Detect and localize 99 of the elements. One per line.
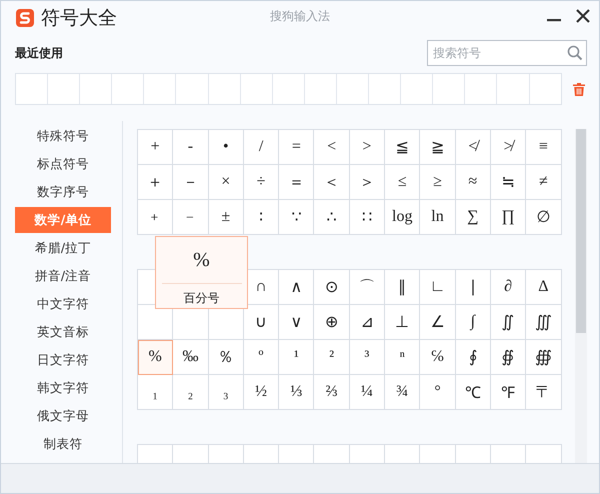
symbol-cell[interactable]: ∭ xyxy=(526,305,562,340)
symbol-cell[interactable]: ﹢ xyxy=(138,200,174,235)
symbol-cell[interactable]: ％ xyxy=(208,340,244,375)
symbol-cell[interactable]: ÷ xyxy=(244,165,280,200)
category-tab[interactable]: 数字序号 xyxy=(15,179,111,205)
category-tab[interactable]: 俄文字母 xyxy=(15,403,111,429)
symbol-cell[interactable]: ≈ xyxy=(456,165,491,200)
symbol-cell[interactable]: ∆ xyxy=(526,270,562,305)
category-tab[interactable]: 中文字符 xyxy=(15,291,111,317)
symbol-cell[interactable]: > xyxy=(350,130,386,165)
category-tab[interactable]: 韩文字符 xyxy=(15,375,111,401)
symbol-cell[interactable]: - xyxy=(173,130,209,165)
symbol-cell[interactable]: ∧ xyxy=(279,270,314,305)
symbol-cell[interactable]: ‰ xyxy=(173,340,209,375)
symbol-cell[interactable]: ∰ xyxy=(526,340,562,375)
symbol-cell[interactable]: ⅓ xyxy=(279,375,314,410)
symbol-cell[interactable]: ⊿ xyxy=(350,305,386,340)
close-icon[interactable] xyxy=(574,7,592,25)
symbol-cell[interactable]: ∟ xyxy=(420,270,456,305)
search-field[interactable]: 搜索符号 xyxy=(427,40,587,66)
symbol-cell[interactable]: • xyxy=(208,130,244,165)
symbol-cell[interactable]: ∴ xyxy=(314,200,350,235)
symbol-cell[interactable]: ≤ xyxy=(385,165,420,200)
category-tab[interactable]: 英文音标 xyxy=(15,319,111,345)
section-label: 最近使用 xyxy=(15,44,63,62)
symbol-cell[interactable]: ∶ xyxy=(244,200,280,235)
symbol-cell[interactable]: = xyxy=(279,130,314,165)
symbol-cell[interactable]: ＝ xyxy=(279,165,314,200)
symbol-cell[interactable]: ℃ xyxy=(456,375,491,410)
symbol-cell[interactable]: ∣ xyxy=(456,270,491,305)
symbol-cell[interactable]: ＜ xyxy=(314,165,350,200)
symbol-cell[interactable]: ⊙ xyxy=(314,270,350,305)
symbol-cell[interactable]: ≯ xyxy=(490,130,526,165)
symbol-cell[interactable]: ∨ xyxy=(279,305,314,340)
symbol-cell[interactable]: < xyxy=(314,130,350,165)
symbol-cell[interactable]: ﹣ xyxy=(173,200,209,235)
symbol-cell[interactable]: － xyxy=(173,165,209,200)
symbol-cell[interactable]: ⌒ xyxy=(350,270,386,305)
symbol-cell[interactable]: ＞ xyxy=(350,165,386,200)
search-icon[interactable] xyxy=(567,45,583,61)
symbol-cell[interactable]: ln xyxy=(420,200,456,235)
symbol-cell[interactable]: ∥ xyxy=(385,270,420,305)
symbol-cell[interactable]: ½ xyxy=(244,375,280,410)
symbol-cell[interactable]: ≡ xyxy=(526,130,562,165)
category-tab[interactable]: 特殊符号 xyxy=(15,123,111,149)
symbol-cell[interactable]: ⅔ xyxy=(314,375,350,410)
symbol-cell[interactable]: % xyxy=(138,340,174,375)
symbol-cell[interactable]: ∷ xyxy=(350,200,386,235)
symbol-cell[interactable]: ∯ xyxy=(490,340,526,375)
window-title: 符号大全 xyxy=(41,6,117,31)
category-tab[interactable]: 拼音/注音 xyxy=(15,263,111,289)
category-tab[interactable]: 制表符 xyxy=(15,431,111,457)
symbol-cell[interactable]: ± xyxy=(208,200,244,235)
symbol-cell[interactable]: ＋ xyxy=(138,165,174,200)
symbol-cell[interactable]: ∫ xyxy=(456,305,491,340)
symbol-cell[interactable]: ¹ xyxy=(279,340,314,375)
symbol-cell[interactable]: ≒ xyxy=(490,165,526,200)
symbol-cell[interactable]: ₂ xyxy=(173,375,209,410)
symbol-cell[interactable]: ¾ xyxy=(385,375,420,410)
symbol-cell[interactable]: ₃ xyxy=(208,375,244,410)
symbol-cell[interactable]: ³ xyxy=(350,340,386,375)
symbol-cell[interactable]: ∵ xyxy=(279,200,314,235)
symbol-cell[interactable]: ≥ xyxy=(420,165,456,200)
symbol-cell[interactable]: ℅ xyxy=(420,340,456,375)
trash-icon[interactable] xyxy=(572,82,586,96)
symbol-cell[interactable]: ¼ xyxy=(350,375,386,410)
symbol-cell[interactable]: ≮ xyxy=(456,130,491,165)
scroll-thumb[interactable] xyxy=(576,129,586,333)
symbol-cell[interactable]: ∮ xyxy=(456,340,491,375)
logo-icon xyxy=(15,8,35,28)
symbol-cell[interactable]: ≧ xyxy=(420,130,456,165)
category-tab[interactable]: 希腊/拉丁 xyxy=(15,235,111,261)
symbol-cell[interactable]: × xyxy=(208,165,244,200)
symbol-cell[interactable]: log xyxy=(385,200,420,235)
symbol-cell[interactable]: ∂ xyxy=(490,270,526,305)
symbol-cell[interactable]: º xyxy=(244,340,280,375)
symbol-cell[interactable]: ⊕ xyxy=(314,305,350,340)
symbol-cell[interactable]: ₁ xyxy=(138,375,174,410)
category-tab[interactable]: 日文字符 xyxy=(15,347,111,373)
scrollbar[interactable] xyxy=(574,129,587,463)
tooltip-symbol: % xyxy=(193,248,210,272)
symbol-cell[interactable]: ℉ xyxy=(490,375,526,410)
symbol-cell[interactable]: 〒 xyxy=(526,375,562,410)
symbol-cell[interactable]: ² xyxy=(314,340,350,375)
symbol-cell[interactable]: ∑ xyxy=(456,200,491,235)
symbol-cell[interactable]: ∅ xyxy=(526,200,562,235)
symbol-cell[interactable]: ∬ xyxy=(490,305,526,340)
tooltip-label: 百分号 xyxy=(184,290,220,307)
symbol-cell[interactable]: / xyxy=(244,130,280,165)
symbol-cell[interactable]: + xyxy=(138,130,174,165)
symbol-cell[interactable]: ° xyxy=(420,375,456,410)
category-tab[interactable]: 标点符号 xyxy=(15,151,111,177)
symbol-cell[interactable]: ∠ xyxy=(420,305,456,340)
symbol-cell[interactable]: ≠ xyxy=(526,165,562,200)
symbol-cell[interactable]: ∏ xyxy=(490,200,526,235)
symbol-cell[interactable]: ≦ xyxy=(385,130,420,165)
symbol-cell[interactable]: ⁿ xyxy=(385,340,420,375)
symbol-cell[interactable]: ⊥ xyxy=(385,305,420,340)
app-name: 搜狗输入法 xyxy=(270,9,330,23)
